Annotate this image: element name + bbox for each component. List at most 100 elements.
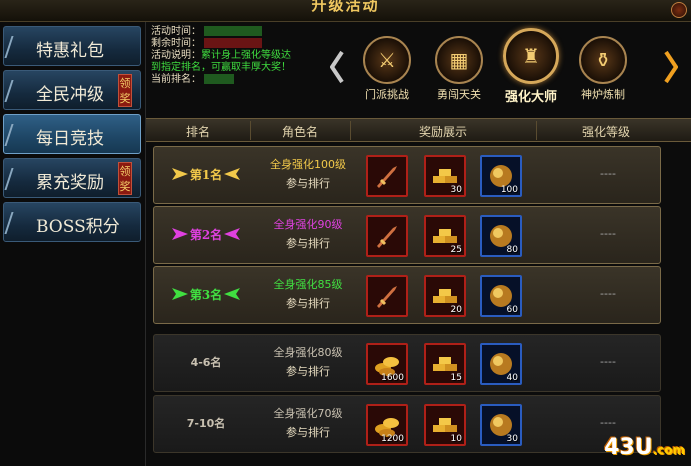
header-rewards: 奖励展示: [418, 125, 467, 139]
event-label: 勇闯天关: [437, 88, 481, 101]
table-row: 第2名 全身强化90级 参与排行 25 80 ----: [153, 206, 661, 264]
event-sect-challenge[interactable]: ⚔ 门派挑战: [358, 36, 416, 102]
requirement: 全身强化85级 参与排行: [252, 275, 364, 313]
reward-slot[interactable]: 30: [480, 404, 522, 446]
right-wing-icon: [224, 288, 240, 300]
remain-time-value: [204, 38, 263, 48]
left-wing-icon: [172, 168, 188, 180]
enhance-level: ----: [600, 416, 616, 429]
table-row: 4-6名 全身强化80级 参与排行 1600 15 40 ----: [153, 334, 661, 392]
header-role-name: 角色名: [281, 125, 318, 139]
event-label: 神炉炼制: [581, 88, 625, 101]
event-time-row: 活动时间：: [151, 26, 341, 38]
event-desc-text: 累计身上强化等级达: [201, 50, 291, 61]
crossed-swords-icon: ⚔: [363, 36, 411, 84]
weapon-icon: [377, 166, 397, 188]
rank-badge: 第1名: [168, 164, 244, 186]
enhance-level: ----: [600, 227, 616, 240]
reward-slot[interactable]: 60: [480, 275, 522, 317]
claim-badge[interactable]: 领奖: [118, 162, 132, 195]
title-bar: 升级活动: [0, 0, 691, 22]
reward-slot[interactable]: [366, 155, 408, 197]
requirement: 全身强化100级 参与排行: [252, 155, 364, 193]
remain-time-row: 剩余时间：: [151, 38, 341, 50]
tab-arrow-icon: [4, 80, 24, 102]
event-desc-row: 活动说明：累计身上强化等级达: [151, 50, 341, 62]
chest-icon: ▦: [435, 36, 483, 84]
event-carousel: ⚔ 门派挑战 ▦ 勇闯天关 ♜ 强化大师 ⚱ 神炉炼制: [326, 26, 686, 116]
reward-count: 30: [450, 185, 462, 195]
rank-label: 第2名: [189, 228, 223, 242]
reward-slot[interactable]: 20: [424, 275, 466, 317]
right-wing-icon: [224, 168, 240, 180]
requirement-text: 全身强化90级: [273, 218, 343, 231]
requirement-text: 全身强化70级: [273, 407, 343, 420]
requirement: 全身强化70级 参与排行: [252, 404, 364, 442]
reward-slot[interactable]: 25: [424, 215, 466, 257]
reward-slot[interactable]: 15: [424, 343, 466, 385]
participate-note: 参与排行: [286, 365, 330, 378]
sidebar-item-level-rush[interactable]: 全民冲级 领奖: [3, 70, 141, 110]
tab-arrow-icon: [4, 168, 24, 190]
reward-count: 10: [450, 434, 462, 444]
left-wing-icon: [172, 228, 188, 240]
reward-slot[interactable]: 40: [480, 343, 522, 385]
reward-count: 40: [506, 373, 518, 383]
table-row: 第3名 全身强化85级 参与排行 20 60 ----: [153, 266, 661, 324]
sidebar-item-recharge-reward[interactable]: 累充奖励 领奖: [3, 158, 141, 198]
reward-slot[interactable]: [366, 215, 408, 257]
enhance-level: ----: [600, 287, 616, 300]
reward-count: 25: [450, 245, 462, 255]
rank-label: 4-6名: [190, 356, 222, 369]
reward-slot[interactable]: 10: [424, 404, 466, 446]
chevron-right-icon[interactable]: [664, 50, 678, 84]
current-rank-row: 当前排名：: [151, 74, 341, 86]
reward-count: 80: [506, 245, 518, 255]
reward-count: 30: [506, 434, 518, 444]
left-wing-icon: [172, 288, 188, 300]
current-rank-label: 当前排名：: [151, 74, 201, 85]
tab-arrow-icon: [4, 212, 24, 234]
reward-count: 1200: [381, 434, 404, 444]
event-time-value: [204, 26, 263, 36]
reward-slot[interactable]: 1200: [366, 404, 408, 446]
reward-count: 1600: [381, 373, 404, 383]
reward-slot[interactable]: 30: [424, 155, 466, 197]
reward-slot[interactable]: 1600: [366, 343, 408, 385]
reward-slot[interactable]: [366, 275, 408, 317]
rank-label: 第1名: [189, 168, 223, 182]
table-header: 排名 角色名 奖励展示 强化等级: [146, 118, 691, 142]
event-brave-pass[interactable]: ▦ 勇闯天关: [430, 36, 488, 102]
event-info: 活动时间： 剩余时间： 活动说明：累计身上强化等级达 到指定排名，可赢取丰厚大奖…: [151, 26, 341, 112]
enhance-level: ----: [600, 355, 616, 368]
right-wing-icon: [224, 228, 240, 240]
sidebar-item-label: BOSS积分: [36, 217, 120, 237]
sidebar-item-boss-points[interactable]: BOSS积分: [3, 202, 141, 242]
sidebar-item-label: 特惠礼包: [36, 41, 104, 61]
event-forge-master[interactable]: ♜ 强化大师: [502, 28, 560, 105]
header-enhance-level: 强化等级: [581, 125, 630, 139]
claim-badge[interactable]: 领奖: [118, 74, 132, 107]
weapon-icon: [377, 286, 397, 308]
chevron-left-icon[interactable]: [330, 50, 344, 84]
participate-note: 参与排行: [286, 297, 330, 310]
reward-slot[interactable]: 80: [480, 215, 522, 257]
watermark-suffix: .com: [652, 443, 685, 457]
sidebar-item-label: 全民冲级: [36, 85, 104, 105]
table-row: 7-10名 全身强化70级 参与排行 1200 10 30 ----: [153, 395, 661, 453]
event-desc-label: 活动说明：: [151, 50, 201, 61]
rank-label: 第3名: [189, 288, 223, 302]
close-icon[interactable]: [671, 2, 687, 18]
enhance-level: ----: [600, 167, 616, 180]
requirement-text: 全身强化85级: [273, 278, 343, 291]
rank-badge: 第2名: [168, 224, 244, 246]
sidebar: 特惠礼包 全民冲级 领奖 每日竞技 累充奖励 领奖 BOSS积分: [0, 22, 146, 466]
furnace-icon: ⚱: [579, 36, 627, 84]
sidebar-item-special-gift[interactable]: 特惠礼包: [3, 26, 141, 66]
reward-slot[interactable]: 100: [480, 155, 522, 197]
event-furnace[interactable]: ⚱ 神炉炼制: [574, 36, 632, 102]
remain-time-label: 剩余时间：: [151, 38, 201, 49]
participate-note: 参与排行: [286, 177, 330, 190]
event-time-label: 活动时间：: [151, 26, 201, 37]
sidebar-item-daily-arena[interactable]: 每日竞技: [3, 114, 141, 154]
